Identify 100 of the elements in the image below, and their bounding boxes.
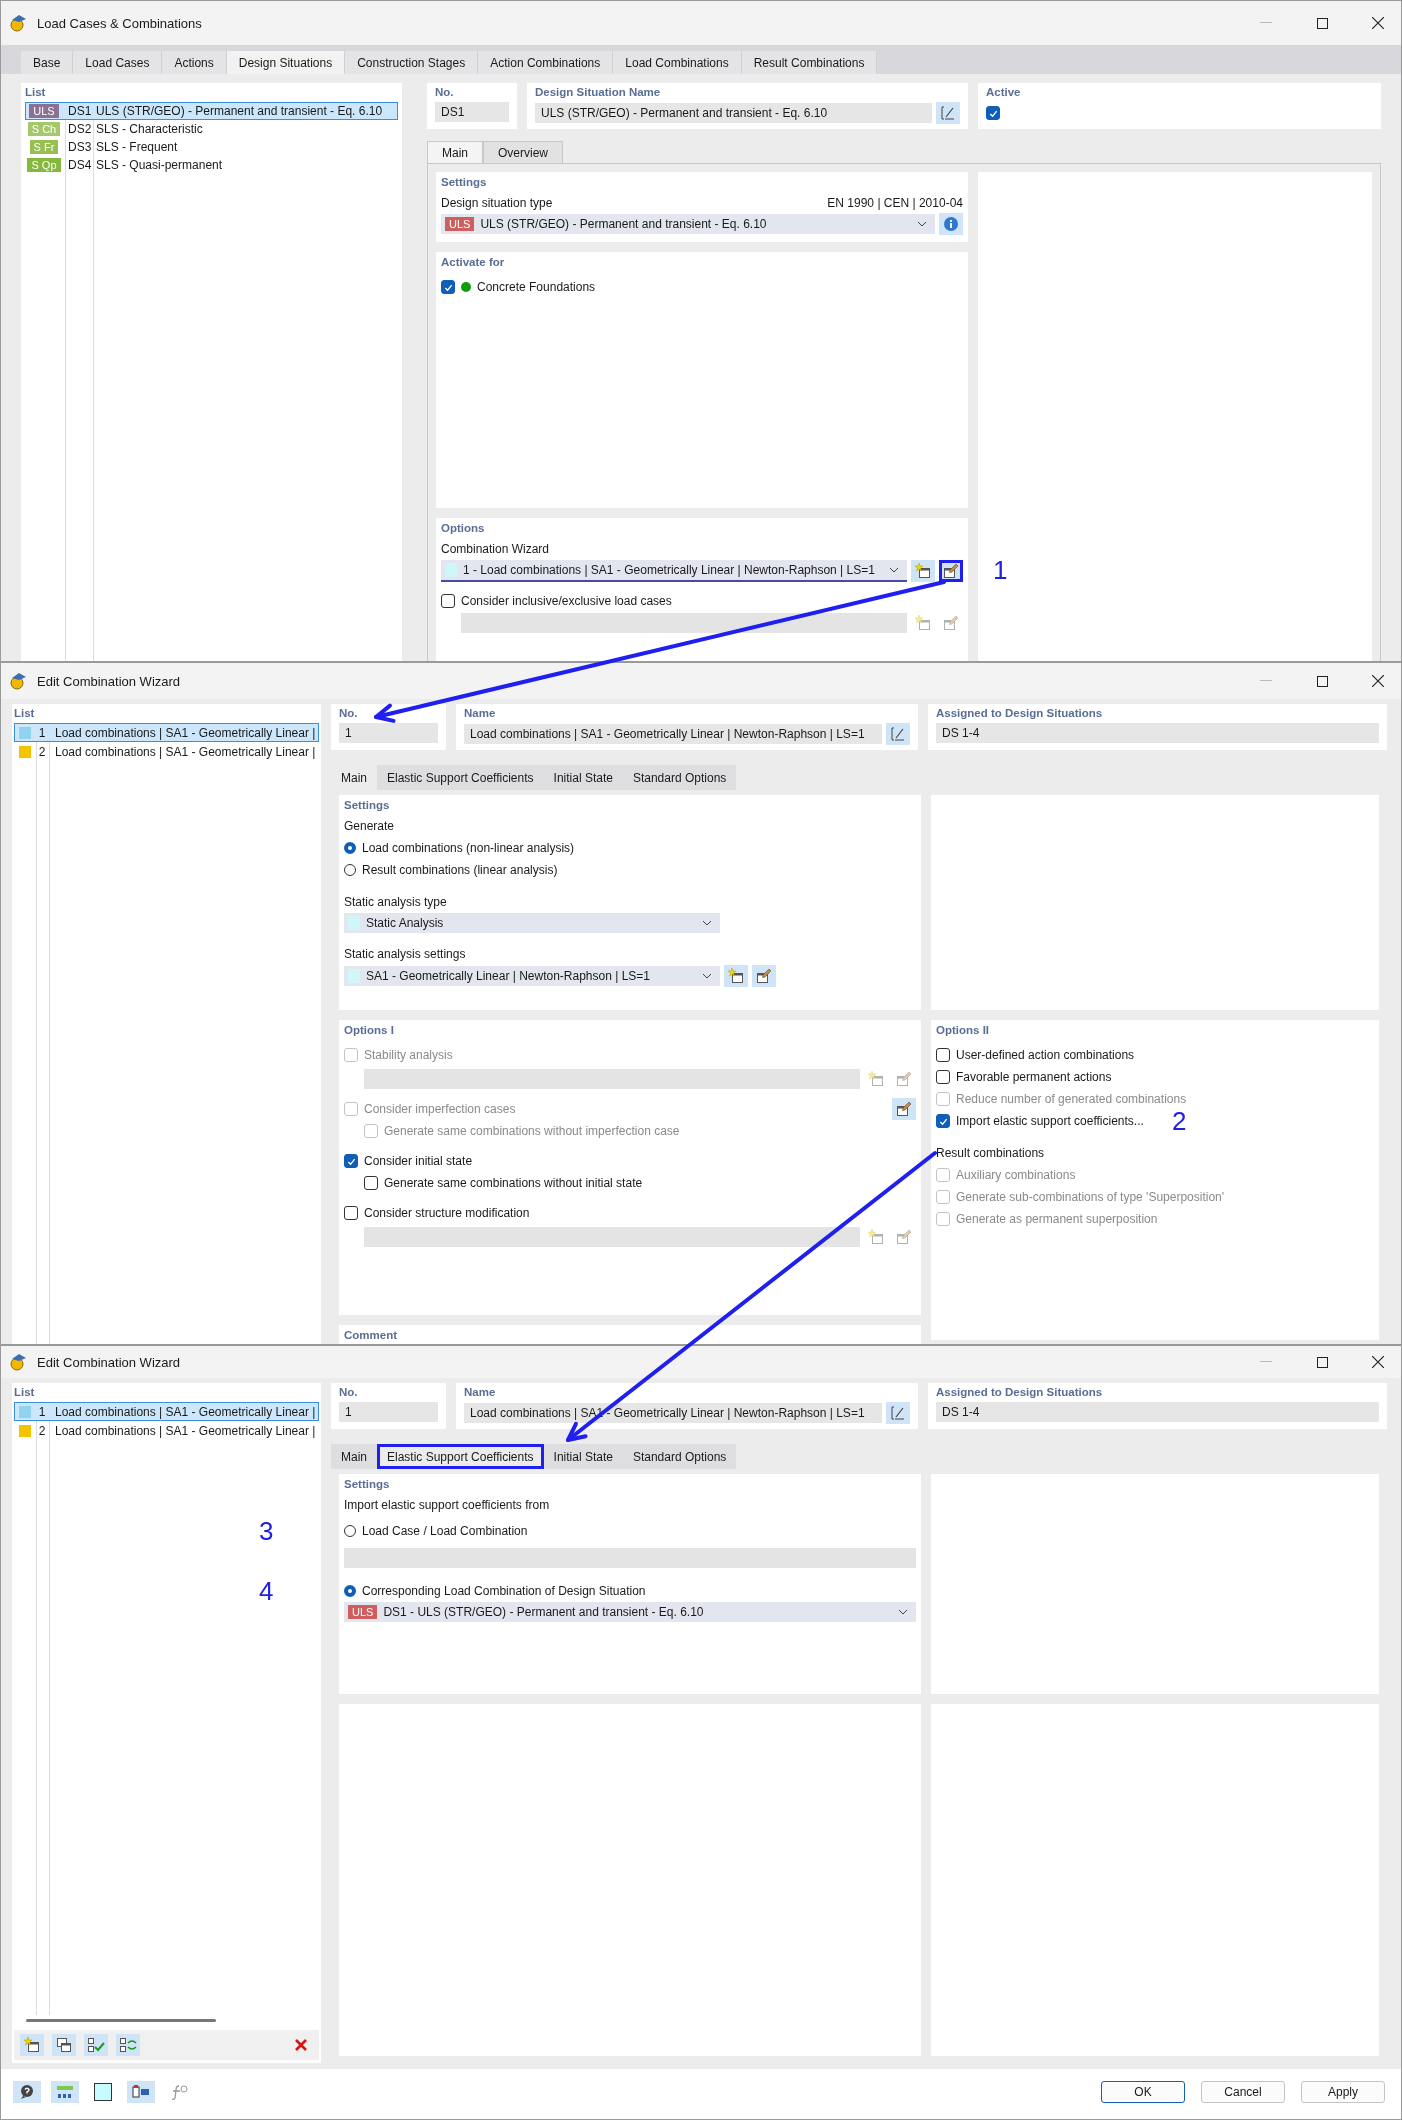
dialog-button[interactable]: Cancel xyxy=(1201,2081,1285,2103)
analysis-type-dropdown[interactable]: Static Analysis xyxy=(344,913,720,933)
info-button[interactable] xyxy=(939,213,963,235)
field-label: Static analysis settings xyxy=(344,947,467,961)
field-label: No. xyxy=(435,86,455,98)
tab[interactable]: Construction Stages xyxy=(345,51,479,74)
checkbox[interactable] xyxy=(936,1070,950,1084)
checkbox[interactable] xyxy=(344,1154,358,1168)
list-item[interactable]: 1 Load combinations | SA1 - Geometrically Linear | xyxy=(14,1402,319,1421)
input-field[interactable] xyxy=(364,1227,860,1247)
refresh-button[interactable] xyxy=(116,2034,140,2056)
edit-button[interactable] xyxy=(752,965,776,987)
checkbox[interactable] xyxy=(364,1176,378,1190)
checkbox[interactable] xyxy=(986,106,1000,120)
radio-label: Load Case / Load Combination xyxy=(362,1524,528,1538)
display-button[interactable] xyxy=(127,2081,155,2103)
combination-wizard-dropdown[interactable]: 1 - Load combinations | SA1 - Geometrically Linear | Newton-Raphson | LS=1 xyxy=(441,560,907,582)
checkbox-label: Concrete Foundations xyxy=(477,280,596,294)
checkbox[interactable] xyxy=(936,1114,950,1128)
chevron-down-icon xyxy=(702,920,712,926)
tab[interactable]: Initial State xyxy=(543,1444,623,1469)
checkbox[interactable] xyxy=(936,1048,950,1062)
tab[interactable]: Load Combinations xyxy=(613,51,742,74)
input-field[interactable] xyxy=(344,1548,916,1568)
copy-button[interactable] xyxy=(52,2034,76,2056)
dialog-button[interactable]: OK xyxy=(1101,2081,1185,2103)
edit-button[interactable] xyxy=(936,102,960,124)
design-situation-dropdown[interactable]: ULS ULS (STR/GEO) - Permanent and transient - Eq. 6.10 xyxy=(441,214,935,234)
new-button[interactable] xyxy=(20,2034,44,2056)
tab[interactable]: Elastic Support Coefficients xyxy=(377,1444,544,1469)
list-item[interactable]: ULS DS1 ULS (STR/GEO) - Permanent and transient - Eq. 6.10 xyxy=(25,102,398,120)
minimize-icon xyxy=(1260,680,1272,682)
tab[interactable]: Initial State xyxy=(543,765,623,790)
checkbox-label: Generate same combinations without imperfection case xyxy=(384,1124,680,1138)
tab[interactable]: Design Situations xyxy=(226,51,346,74)
edit-button[interactable] xyxy=(886,723,910,745)
tab[interactable]: Base xyxy=(21,51,74,74)
assigned-field[interactable]: DS 1-4 xyxy=(936,1402,1379,1422)
tab[interactable]: Action Combinations xyxy=(478,51,614,74)
units-button[interactable] xyxy=(51,2081,79,2103)
tab[interactable]: Result Combinations xyxy=(741,51,878,74)
maximize-icon xyxy=(1316,1356,1328,1368)
checkbox[interactable] xyxy=(344,1206,358,1220)
tab[interactable]: Standard Options xyxy=(622,765,737,790)
panel-title: Options I xyxy=(344,1024,395,1036)
new-window-icon xyxy=(728,968,744,984)
input-field[interactable] xyxy=(461,613,907,633)
radio-button[interactable] xyxy=(344,1525,356,1537)
new-button[interactable] xyxy=(911,560,935,582)
list-item[interactable]: S Qp DS4 SLS - Quasi-permanent xyxy=(25,156,398,174)
list-title: List xyxy=(25,86,47,98)
list-item[interactable]: S Ch DS2 SLS - Characteristic xyxy=(25,120,398,138)
checkbox[interactable] xyxy=(441,594,455,608)
list-item[interactable]: 2 Load combinations | SA1 - Geometrically Linear | xyxy=(14,742,319,761)
name-field[interactable]: Load combinations | SA1 - Geometrically Linear | Newton-Raphson | LS=1 xyxy=(464,724,882,744)
maximize-icon xyxy=(1316,17,1328,29)
tab[interactable]: Main xyxy=(427,141,483,163)
check-all-button[interactable] xyxy=(84,2034,108,2056)
tab[interactable]: Standard Options xyxy=(622,1444,737,1469)
panel-title: Settings xyxy=(344,799,391,811)
scrollbar[interactable] xyxy=(26,2019,216,2022)
tab[interactable]: Main xyxy=(331,1444,377,1469)
name-field[interactable]: ULS (STR/GEO) - Permanent and transient - Eq. 6.10 xyxy=(535,103,932,123)
new-button[interactable] xyxy=(724,965,748,987)
tab[interactable]: Actions xyxy=(162,51,227,74)
number-field[interactable]: DS1 xyxy=(435,102,509,122)
edit-icon xyxy=(940,105,956,121)
list-item[interactable]: 1 Load combinations | SA1 - Geometrically Linear | xyxy=(14,723,319,742)
checkbox-label: Consider imperfection cases xyxy=(364,1102,516,1116)
color-square-icon xyxy=(94,2083,112,2101)
checkbox-label: Import elastic support coefficients... xyxy=(956,1114,1144,1128)
new-window-icon xyxy=(915,563,931,579)
maximize-icon xyxy=(1316,675,1328,687)
tab[interactable]: Load Cases xyxy=(73,51,163,74)
checkbox-label: Generate same combinations without initial state xyxy=(384,1176,643,1190)
edit-button[interactable] xyxy=(939,560,963,582)
analysis-settings-dropdown[interactable]: SA1 - Geometrically Linear | Newton-Raphson | LS=1 xyxy=(344,966,720,986)
close-icon xyxy=(1372,17,1384,29)
checklist-icon xyxy=(87,2037,105,2053)
checkbox-label: Consider inclusive/exclusive load cases xyxy=(461,594,672,608)
radio-button[interactable] xyxy=(344,864,356,876)
checklist-refresh-icon xyxy=(119,2037,137,2053)
tab[interactable]: Elastic Support Coefficients xyxy=(377,765,544,790)
list-item[interactable]: S Fr DS3 SLS - Frequent xyxy=(25,138,398,156)
number-field[interactable]: 1 xyxy=(339,1402,438,1422)
number-field[interactable]: 1 xyxy=(339,723,438,743)
help-button[interactable] xyxy=(13,2081,41,2103)
design-situation-dropdown[interactable]: ULS DS1 - ULS (STR/GEO) - Permanent and transient - Eq. 6.10 xyxy=(344,1602,916,1622)
edit-button[interactable] xyxy=(886,1402,910,1424)
assigned-field[interactable]: DS 1-4 xyxy=(936,723,1379,743)
checkbox[interactable] xyxy=(441,280,455,294)
dialog-button[interactable]: Apply xyxy=(1301,2081,1385,2103)
group-label: Result combinations xyxy=(936,1146,1046,1160)
field-label: Active xyxy=(986,86,1022,98)
delete-icon xyxy=(294,2038,308,2052)
radio-button[interactable] xyxy=(344,1585,356,1597)
edit-window-icon xyxy=(943,615,959,631)
radio-button[interactable] xyxy=(344,842,356,854)
list-item[interactable]: 2 Load combinations | SA1 - Geometrically Linear | xyxy=(14,1421,319,1440)
tab[interactable]: Overview xyxy=(483,141,564,163)
